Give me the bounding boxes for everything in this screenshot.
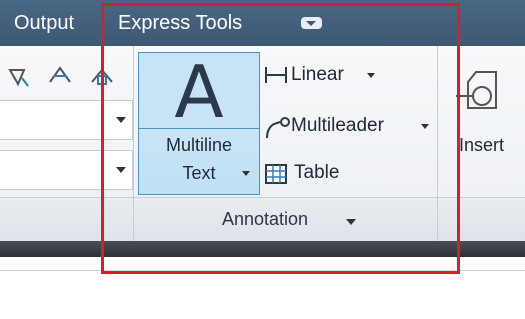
text-a-icon: A	[174, 50, 224, 134]
annotation-panel-title[interactable]: Annotation	[222, 209, 308, 230]
multileader-button[interactable]: Multileader	[264, 111, 434, 141]
panel-separator	[133, 46, 134, 241]
style-dropdown[interactable]	[0, 100, 133, 140]
ribbon-tab-bar: Output Express Tools	[0, 0, 525, 46]
chevron-down-icon	[116, 117, 126, 123]
tool-icon[interactable]	[88, 64, 116, 90]
tool-icon[interactable]	[4, 64, 32, 90]
ribbon-minimize-toggle-icon[interactable]	[301, 17, 322, 29]
multiline-text-label: Text	[182, 163, 216, 183]
table-icon	[265, 164, 287, 184]
divider	[0, 270, 525, 271]
table-button[interactable]: Table	[264, 158, 374, 188]
tool-icon[interactable]	[46, 64, 74, 90]
table-label: Table	[294, 162, 340, 183]
multiline-text-icon-area[interactable]: A	[139, 50, 259, 134]
insert-label[interactable]: Insert	[459, 135, 504, 156]
chevron-down-icon[interactable]	[367, 73, 375, 78]
multiline-text-button[interactable]: A Multiline Text	[138, 52, 260, 195]
multiline-text-label: Multiline	[165, 135, 233, 155]
chevron-down-icon[interactable]	[421, 124, 429, 129]
drawing-area-header	[0, 241, 525, 257]
chevron-down-icon[interactable]	[346, 219, 356, 225]
chevron-down-icon[interactable]	[242, 171, 250, 176]
multileader-label: Multileader	[291, 115, 384, 136]
style-dropdown[interactable]	[0, 150, 133, 190]
linear-dimension-button[interactable]: Linear	[264, 60, 394, 90]
linear-label: Linear	[291, 64, 344, 85]
multileader-icon	[266, 117, 290, 139]
insert-block-icon[interactable]	[456, 68, 511, 118]
panel-separator	[437, 46, 438, 241]
linear-dimension-icon	[265, 67, 287, 83]
drawing-canvas[interactable]	[0, 257, 525, 319]
chevron-down-icon	[116, 167, 126, 173]
tab-express-tools[interactable]: Express Tools	[118, 0, 242, 46]
tab-output[interactable]: Output	[14, 0, 74, 46]
